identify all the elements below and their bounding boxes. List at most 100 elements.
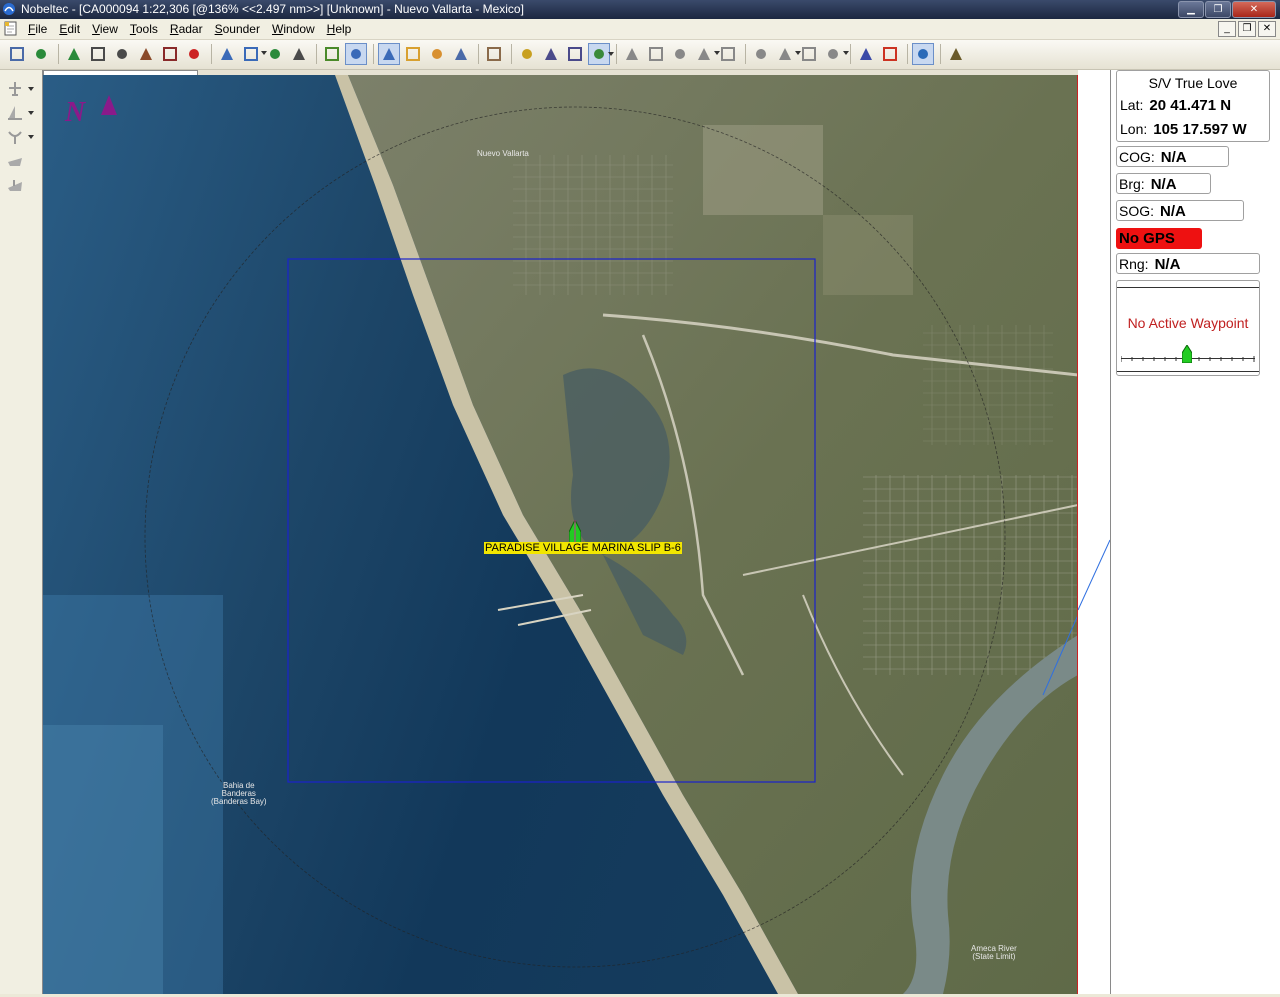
chart-list-button[interactable] — [540, 43, 562, 65]
menu-window[interactable]: Window — [266, 21, 321, 37]
north-indicator: N — [65, 97, 86, 128]
menu-help[interactable]: Help — [321, 21, 358, 37]
mdi-close-button[interactable]: ✕ — [1258, 21, 1276, 37]
layers-icon — [594, 49, 604, 59]
arrow-route-button[interactable] — [798, 43, 820, 65]
toolbar-separator — [511, 44, 512, 64]
page-copy-icon — [649, 47, 663, 61]
line-tool-button[interactable] — [321, 43, 343, 65]
chart-select-button[interactable] — [564, 43, 586, 65]
boat-tool[interactable] — [4, 152, 34, 170]
ruler-icon — [91, 47, 105, 61]
maximize-button[interactable]: ❐ — [1205, 1, 1231, 18]
panel-gap — [1077, 70, 1111, 994]
page-edit-button[interactable] — [669, 43, 691, 65]
rng-value: N/A — [1154, 256, 1181, 273]
note-tool-button[interactable] — [378, 43, 400, 65]
minimize-button[interactable]: ▁ — [1178, 1, 1204, 18]
zoom-box-button[interactable] — [111, 43, 133, 65]
mdi-minimize-button[interactable]: _ — [1218, 21, 1236, 37]
fish-button[interactable] — [402, 43, 424, 65]
tide-icon — [163, 47, 177, 61]
menu-label-rest: indow — [283, 22, 315, 36]
menu-radar[interactable]: Radar — [164, 21, 209, 37]
chart-view[interactable]: N Nuevo Vallarta Bahia de Banderas (Band… — [43, 75, 1078, 994]
pointer-icon — [918, 49, 928, 59]
document-icon[interactable] — [4, 21, 18, 36]
radar-tool[interactable] — [4, 128, 34, 146]
close-button[interactable]: ✕ — [1232, 1, 1276, 18]
gear-button[interactable] — [426, 43, 448, 65]
ruler-button[interactable] — [87, 43, 109, 65]
menu-sounder[interactable]: Sounder — [209, 21, 266, 37]
menu-view[interactable]: View — [86, 21, 124, 37]
arrow-route2-icon — [828, 49, 838, 59]
rng-box: Rng: N/A — [1116, 253, 1260, 274]
pointer-button[interactable] — [912, 43, 934, 65]
open-chart-button[interactable] — [6, 43, 28, 65]
map-label-river: Ameca River (State Limit) — [971, 944, 1017, 961]
steering-top-line — [1117, 287, 1259, 288]
lon-label: Lon: — [1120, 121, 1148, 137]
gear-icon — [432, 49, 442, 59]
page-button[interactable] — [621, 43, 643, 65]
sailboat-tool[interactable] — [4, 104, 34, 122]
mdi-restore-button[interactable]: ❐ — [1238, 21, 1256, 37]
tide-button[interactable] — [159, 43, 181, 65]
check-button[interactable] — [516, 43, 538, 65]
building-button[interactable] — [855, 43, 877, 65]
target-button[interactable] — [750, 43, 772, 65]
marina-waypoint-label[interactable]: PARADISE VILLAGE MARINA SLIP B-6 — [484, 542, 682, 554]
aircraft-tool[interactable] — [4, 80, 34, 98]
page-edit-icon — [675, 49, 685, 59]
page-add-button[interactable] — [693, 43, 720, 65]
toolbar-separator — [616, 44, 617, 64]
toolbar-separator — [58, 44, 59, 64]
note-tool-icon — [383, 48, 395, 60]
plane-button[interactable] — [879, 43, 901, 65]
menu-edit[interactable]: Edit — [53, 21, 86, 37]
layers-button[interactable] — [588, 43, 614, 65]
zoom-in-button[interactable] — [240, 43, 267, 65]
grid-button[interactable] — [450, 43, 472, 65]
waypoint-icon — [270, 49, 280, 59]
hand-pan-button[interactable] — [483, 43, 505, 65]
menu-accel: W — [271, 22, 284, 36]
map-label-town: Nuevo Vallarta — [477, 149, 529, 158]
chart-select-icon — [568, 47, 582, 61]
globe-button[interactable] — [30, 43, 52, 65]
waypoint-button[interactable] — [264, 43, 286, 65]
lon-value: 105 17.597 W — [1153, 121, 1247, 138]
vessel-icon[interactable] — [569, 520, 581, 544]
chart-3d-button[interactable] — [135, 43, 157, 65]
menu-label-rest: ools — [135, 22, 158, 36]
target-settings-button[interactable] — [774, 43, 801, 65]
zoom-in-icon — [244, 47, 258, 61]
cross-button[interactable] — [288, 43, 310, 65]
page-copy-button[interactable] — [645, 43, 667, 65]
ship-tool[interactable] — [4, 176, 34, 194]
page-delete-button[interactable] — [717, 43, 739, 65]
circle-tool-button[interactable] — [345, 43, 367, 65]
open-chart-icon — [10, 47, 24, 61]
page-delete-icon — [721, 47, 735, 61]
lantern-icon — [950, 48, 962, 60]
grid-icon — [455, 48, 467, 60]
target-icon — [756, 49, 766, 59]
plane-icon — [883, 47, 897, 61]
lat-value: 20 41.471 N — [1149, 97, 1232, 114]
menu-accel: S — [214, 22, 223, 36]
lifering-button[interactable] — [183, 43, 205, 65]
route-tool-button[interactable] — [63, 43, 85, 65]
sailboat-icon — [8, 106, 22, 120]
menu-label-rest: adar — [178, 22, 203, 36]
route-tool-icon — [68, 48, 80, 60]
arrow-route2-button[interactable] — [822, 43, 849, 65]
longitude-row: Lon: 105 17.597 W — [1120, 121, 1247, 138]
menu-file[interactable]: File — [22, 21, 53, 37]
cross-icon — [293, 48, 305, 60]
lantern-button[interactable] — [945, 43, 967, 65]
steering-boat-icon — [1182, 345, 1192, 363]
zoom-out-button[interactable] — [216, 43, 238, 65]
menu-tools[interactable]: Tools — [124, 21, 164, 37]
